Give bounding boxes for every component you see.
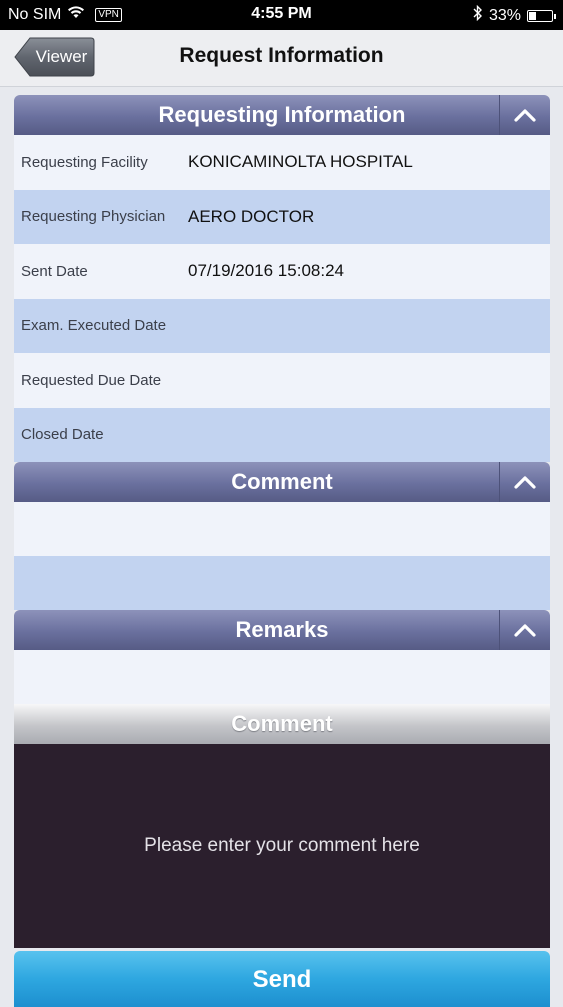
comment-placeholder: Please enter your comment here bbox=[144, 835, 420, 856]
content: Requesting Information Requesting Facili… bbox=[14, 95, 550, 948]
row-label: Requesting Physician bbox=[21, 208, 166, 226]
send-button-label: Send bbox=[252, 966, 312, 993]
nav-bar: Viewer Request Information bbox=[0, 30, 563, 87]
comment-section-header[interactable]: Comment bbox=[14, 462, 550, 502]
collapse-toggle[interactable] bbox=[499, 462, 550, 502]
row-value: AERO DOCTOR bbox=[188, 206, 315, 226]
info-row-requested-due-date: Requested Due Date bbox=[14, 353, 550, 408]
row-label: Requesting Facility bbox=[21, 153, 148, 171]
bluetooth-icon bbox=[473, 4, 483, 26]
battery-icon bbox=[527, 9, 556, 22]
send-button[interactable]: Send bbox=[14, 951, 550, 1007]
info-row-requesting-physician: Requesting Physician AERO DOCTOR bbox=[14, 189, 550, 244]
info-row-closed-date: Closed Date bbox=[14, 407, 550, 462]
remarks-row bbox=[14, 650, 550, 704]
remarks-section-header[interactable]: Remarks bbox=[14, 610, 550, 650]
row-label: Closed Date bbox=[21, 426, 104, 444]
collapse-toggle[interactable] bbox=[499, 95, 550, 135]
row-value: KONICAMINOLTA HOSPITAL bbox=[188, 152, 413, 172]
row-label: Sent Date bbox=[21, 262, 88, 280]
comment-input-header: Comment bbox=[14, 704, 550, 744]
info-row-requesting-facility: Requesting Facility KONICAMINOLTA HOSPIT… bbox=[14, 135, 550, 190]
chevron-up-icon bbox=[514, 469, 536, 495]
section-title: Requesting Information bbox=[158, 102, 406, 127]
row-value: 07/19/2016 15:08:24 bbox=[188, 261, 344, 281]
info-row-exam-executed-date: Exam. Executed Date bbox=[14, 298, 550, 353]
requesting-information-header[interactable]: Requesting Information bbox=[14, 95, 550, 135]
section-title: Remarks bbox=[235, 617, 329, 642]
row-label: Exam. Executed Date bbox=[21, 317, 167, 335]
chevron-up-icon bbox=[514, 102, 536, 128]
info-row-sent-date: Sent Date 07/19/2016 15:08:24 bbox=[14, 244, 550, 299]
status-right: 33% bbox=[473, 4, 556, 26]
page-title: Request Information bbox=[179, 44, 384, 67]
battery-fill bbox=[529, 11, 537, 20]
collapse-toggle[interactable] bbox=[499, 610, 550, 650]
comment-input[interactable]: Please enter your comment here bbox=[14, 744, 550, 948]
row-label: Requested Due Date bbox=[21, 371, 162, 389]
battery-percent: 33% bbox=[488, 6, 521, 24]
chevron-up-icon bbox=[514, 617, 536, 643]
status-bar: No SIM VPN 4:55 PM 33% bbox=[0, 0, 563, 30]
section-title: Comment bbox=[231, 469, 333, 494]
comment-row bbox=[14, 502, 550, 556]
comment-row bbox=[14, 556, 550, 610]
